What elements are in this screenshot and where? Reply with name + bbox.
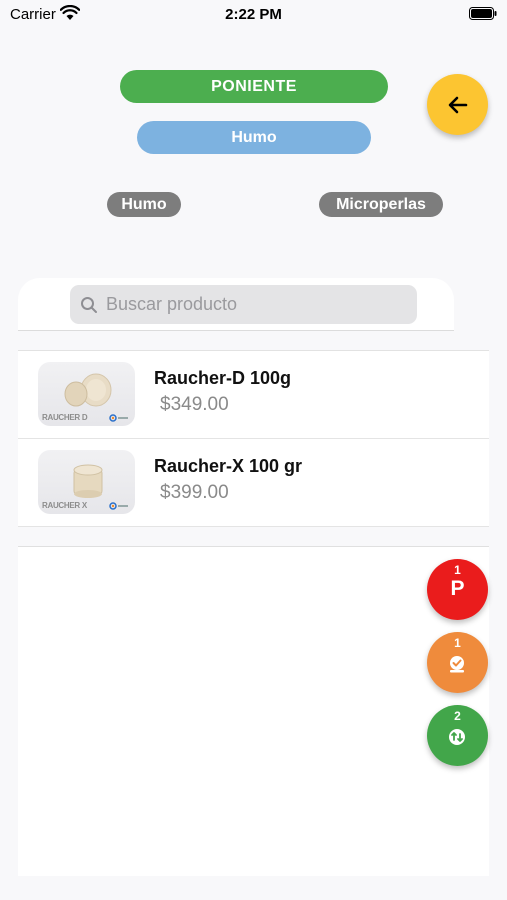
product-image: RAUCHER D: [38, 362, 135, 426]
search-icon: [81, 296, 97, 313]
bottom-panel: [18, 546, 489, 876]
pending-fab-button[interactable]: 1 P: [427, 559, 488, 620]
fab-count: 1: [454, 636, 461, 650]
battery-icon: [469, 7, 497, 20]
filter-chip-humo[interactable]: Humo: [107, 192, 181, 217]
product-price: $349.00: [160, 394, 229, 415]
category-pill[interactable]: Humo: [137, 121, 371, 154]
checked-fab-button[interactable]: 1: [427, 632, 488, 693]
product-price: $399.00: [160, 482, 229, 503]
product-name: Raucher-D 100g: [154, 368, 292, 388]
product-row[interactable]: RAUCHER D Raucher-D 100g $349.00: [18, 351, 489, 439]
search-field[interactable]: [70, 285, 417, 324]
status-bar: Carrier 2:22 PM: [0, 0, 507, 30]
product-list: RAUCHER D Raucher-D 100g $349.00 RAUCHER…: [18, 350, 489, 527]
search-input[interactable]: [106, 294, 406, 315]
brand-logo-icon: [109, 414, 128, 422]
product-row[interactable]: RAUCHER X Raucher-X 100 gr $399.00: [18, 439, 489, 527]
thumb-caption: RAUCHER X: [42, 501, 87, 510]
thumb-caption: RAUCHER D: [42, 413, 88, 422]
region-pill[interactable]: PONIENTE: [120, 70, 388, 103]
sync-fab-button[interactable]: 2: [427, 705, 488, 766]
sync-icon: [449, 729, 465, 745]
filter-chip-microperlas[interactable]: Microperlas: [319, 192, 443, 217]
arrow-left-icon: [448, 96, 467, 113]
search-bar: [18, 278, 454, 331]
check-badge-icon: [450, 656, 464, 673]
product-image: RAUCHER X: [38, 450, 135, 514]
brand-logo-icon: [109, 502, 128, 510]
fab-count: 1: [454, 563, 461, 577]
fab-letter: P: [450, 577, 465, 600]
status-time: 2:22 PM: [225, 6, 282, 23]
fab-count: 2: [454, 709, 461, 723]
product-name: Raucher-X 100 gr: [154, 456, 303, 476]
back-button[interactable]: [427, 74, 488, 135]
